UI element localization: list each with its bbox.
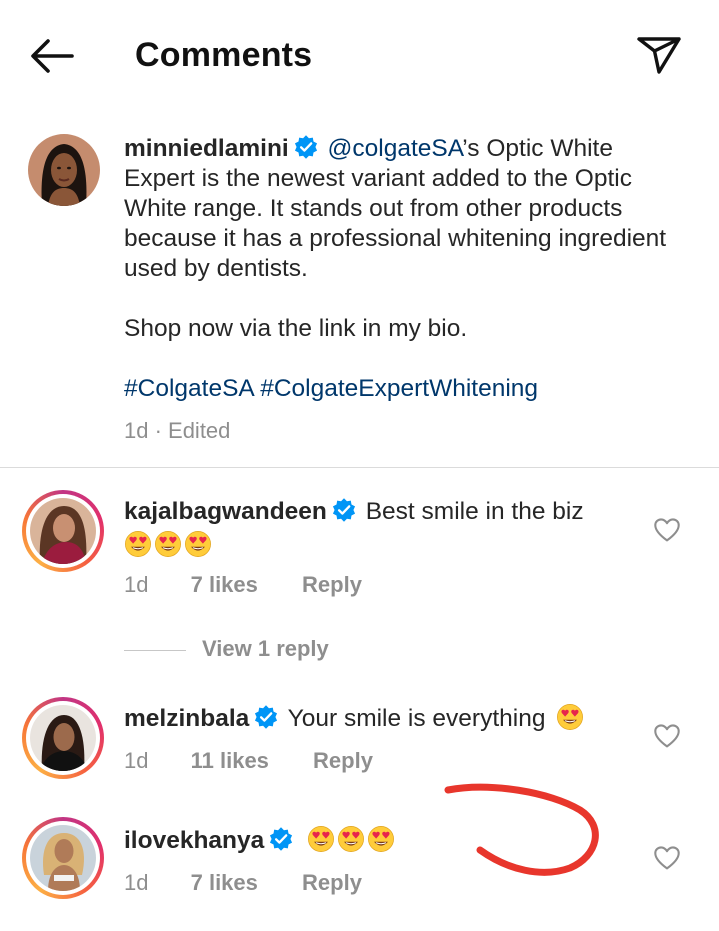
comment-meta: 1d 11 likes Reply	[124, 748, 403, 774]
page-title: Comments	[135, 36, 313, 74]
likes-count[interactable]: 7 likes	[191, 870, 258, 895]
comment-text: melzinbala Your smile is everything	[124, 703, 644, 734]
comment-avatar[interactable]	[22, 697, 104, 779]
comment-time: 1d	[124, 572, 149, 597]
caption-timestamp: 1d · Edited	[124, 418, 231, 443]
comment-body: Your smile is everything	[287, 705, 546, 732]
comment-time: 1d	[124, 870, 149, 895]
heart-eyes-emoji	[307, 825, 335, 853]
comment-avatar[interactable]	[22, 490, 104, 572]
comment-meta: 1d 7 likes Reply	[124, 572, 392, 598]
view-replies-label: View 1 reply	[202, 636, 329, 661]
verified-badge-icon	[268, 826, 294, 852]
heart-outline-icon[interactable]	[653, 723, 681, 749]
red-scribble-annotation	[444, 783, 599, 876]
header-bar: Comments	[0, 0, 719, 110]
heart-eyes-emoji	[556, 703, 584, 731]
likes-count[interactable]: 7 likes	[191, 572, 258, 597]
comment-username[interactable]: melzinbala	[124, 705, 249, 732]
comment-username[interactable]: ilovekhanya	[124, 827, 264, 854]
verified-badge-icon	[293, 134, 319, 160]
comment-time: 1d	[124, 748, 149, 773]
share-button[interactable]	[632, 30, 686, 78]
divider	[0, 467, 719, 468]
heart-outline-icon[interactable]	[653, 517, 681, 543]
heart-eyes-emoji	[154, 530, 182, 558]
heart-eyes-emoji	[184, 530, 212, 558]
heart-outline-icon[interactable]	[653, 845, 681, 871]
caption-avatar[interactable]	[28, 134, 100, 206]
heart-eyes-emoji	[337, 825, 365, 853]
arrow-left-icon	[31, 39, 74, 73]
reply-button[interactable]: Reply	[302, 870, 362, 895]
caption-text: minniedlamini @colgateSA’s Optic White E…	[124, 134, 684, 284]
reply-button[interactable]: Reply	[313, 748, 373, 773]
view-replies-button[interactable]: View 1 reply	[124, 636, 329, 662]
back-button[interactable]	[26, 34, 78, 78]
caption-meta: 1d · Edited	[124, 418, 260, 444]
comment-meta: 1d 7 likes Reply	[124, 870, 392, 896]
comment-avatar[interactable]	[22, 817, 104, 899]
comment-body: Best smile in the biz	[365, 498, 584, 525]
verified-badge-icon	[253, 704, 279, 730]
likes-count[interactable]: 11 likes	[191, 748, 269, 773]
verified-badge-icon	[331, 497, 357, 523]
paper-plane-icon	[637, 37, 681, 74]
mention-link[interactable]: @colgateSA	[328, 135, 463, 162]
reply-button[interactable]: Reply	[302, 572, 362, 597]
heart-eyes-emoji	[124, 530, 152, 558]
caption-username[interactable]: minniedlamini	[124, 135, 289, 162]
caption-line2: Shop now via the link in my bio.	[124, 315, 468, 342]
divider	[124, 649, 186, 651]
comment-username[interactable]: kajalbagwandeen	[124, 498, 327, 525]
comment-text: kajalbagwandeen Best smile in the biz	[124, 497, 624, 527]
heart-eyes-emoji	[367, 825, 395, 853]
emoji-row	[124, 530, 214, 558]
caption-hashtags[interactable]: #ColgateSA #ColgateExpertWhitening	[124, 374, 538, 404]
